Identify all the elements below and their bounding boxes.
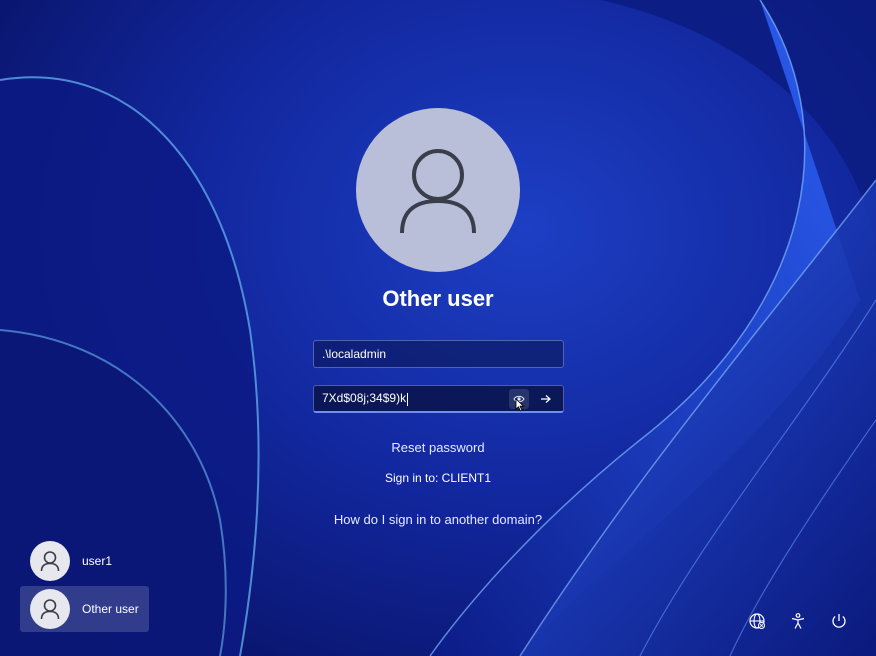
network-icon <box>749 613 766 630</box>
other-domain-help-link[interactable]: How do I sign in to another domain? <box>238 512 638 527</box>
network-button[interactable] <box>746 610 768 632</box>
reset-password-link[interactable]: Reset password <box>238 440 638 455</box>
arrow-right-icon <box>541 394 551 403</box>
text-caret <box>407 392 409 406</box>
accessibility-icon <box>791 613 805 629</box>
sign-in-target-text: Sign in to: CLIENT1 <box>384 471 492 485</box>
user-tile-other-user[interactable]: Other user <box>20 586 149 632</box>
accessibility-button[interactable] <box>787 610 809 632</box>
user-tile-label: user1 <box>82 554 113 568</box>
person-icon <box>40 551 60 572</box>
user-tile-avatar <box>30 589 70 629</box>
username-value: .\localadmin <box>322 347 387 361</box>
power-button[interactable] <box>828 610 850 632</box>
user-avatar-large <box>356 108 520 272</box>
password-value-wrapper: 7Xd$08j;34$9)k <box>322 391 509 406</box>
account-name-title: Other user <box>382 286 494 311</box>
person-icon <box>400 149 476 234</box>
user-tile-user1[interactable]: user1 <box>20 538 149 584</box>
power-icon <box>832 614 846 628</box>
submit-arrow-button[interactable] <box>537 389 555 409</box>
user-tile-avatar <box>30 541 70 581</box>
password-value: 7Xd$08j;34$9)k <box>322 391 407 406</box>
username-field[interactable]: .\localadmin <box>313 340 564 368</box>
password-field[interactable]: 7Xd$08j;34$9)k <box>313 385 564 413</box>
mouse-cursor-icon <box>515 398 525 412</box>
lock-screen: Other user .\localadmin 7Xd$08j;34$9)k R… <box>0 0 876 656</box>
user-tile-label: Other user <box>82 602 139 616</box>
person-icon <box>40 599 60 620</box>
